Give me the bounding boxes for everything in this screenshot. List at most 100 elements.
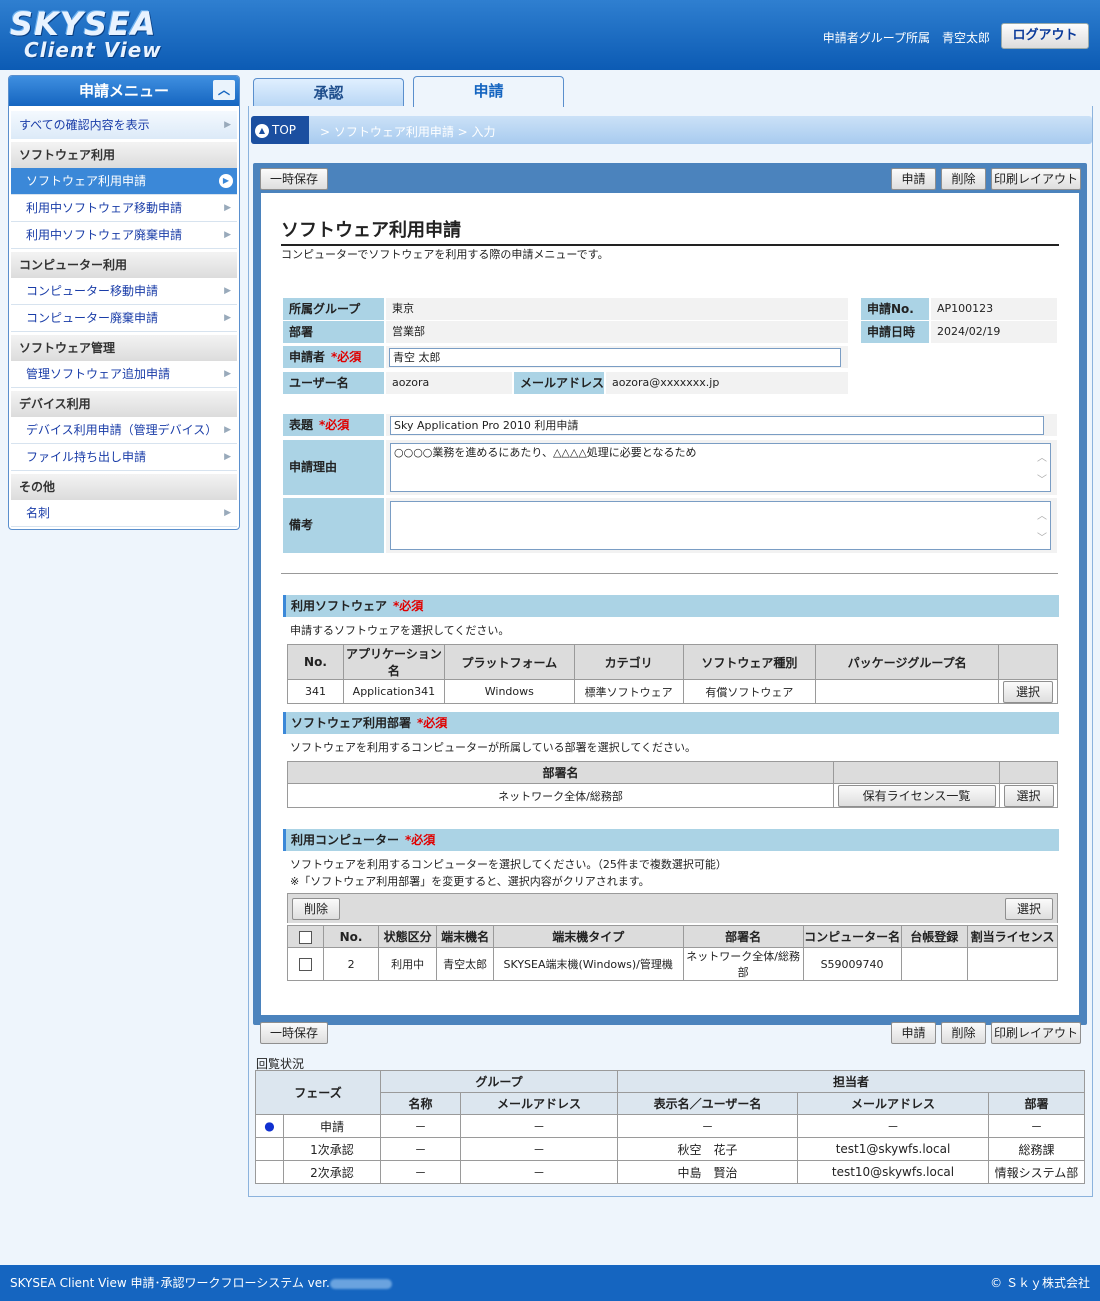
- subject-label: 表題 *必須: [283, 414, 384, 436]
- save-draft-button-bottom[interactable]: 一時保存: [260, 1022, 328, 1044]
- sidebar-item-software-move[interactable]: 利用中ソフトウェア移動申請 ▶: [11, 195, 237, 222]
- page-description: コンピューターでソフトウェアを利用する際の申請メニューです。: [281, 248, 609, 261]
- footer: SKYSEA Client View 申請･承認ワークフローシステム ver. …: [0, 1265, 1100, 1301]
- department-select-button[interactable]: 選択: [1003, 784, 1054, 807]
- software-select-button[interactable]: 選択: [1002, 680, 1053, 703]
- cell-person-mail: test1@skywfs.local: [797, 1137, 989, 1161]
- skysea-logo: SKYSEA Client View: [10, 5, 162, 62]
- computer-section-header: 利用コンピューター *必須: [283, 829, 1059, 851]
- remarks-textarea[interactable]: ︿ ﹀: [390, 501, 1051, 550]
- sidebar-item-business-card[interactable]: 名刺 ▶: [11, 500, 237, 527]
- logout-button[interactable]: ログアウト: [1001, 23, 1089, 49]
- sidebar-group-software: ソフトウェア利用: [11, 142, 237, 168]
- department-section-header: ソフトウェア利用部署 *必須: [283, 712, 1059, 734]
- cell-person-name: －: [617, 1114, 798, 1138]
- cell-terminal-type: SKYSEA端末機(Windows)/管理機: [492, 947, 684, 981]
- col-header: コンピューター名: [802, 925, 902, 948]
- sidebar-group-device: デバイス利用: [11, 391, 237, 417]
- breadcrumb-top-link[interactable]: ▲ TOP: [251, 116, 309, 144]
- col-header: 割当ライセンス: [967, 925, 1058, 948]
- cell-package-group: [815, 679, 999, 704]
- save-draft-button-top[interactable]: 一時保存: [260, 168, 328, 190]
- cell-person-name: 中島 賢治: [617, 1160, 798, 1184]
- cell-phase: 1次承認: [283, 1137, 381, 1161]
- footer-copyright: © Ｓｋｙ株式会社: [990, 1276, 1090, 1290]
- reason-textarea[interactable]: ○○○○業務を進めるにあたり、△△△△処理に必要となるため ︿ ﹀: [390, 443, 1051, 492]
- chevron-right-icon: ▶: [224, 452, 231, 462]
- col-header: グループ: [380, 1070, 618, 1093]
- sidebar-item-show-all[interactable]: すべての確認内容を表示 ▶: [11, 111, 237, 139]
- table-row: 341 Application341 Windows 標準ソフトウェア 有償ソフ…: [287, 679, 1059, 704]
- cell-license: [967, 947, 1058, 981]
- col-header: 部署: [988, 1092, 1085, 1115]
- reason-label: 申請理由: [283, 440, 384, 495]
- sidebar-item-software-discard[interactable]: 利用中ソフトウェア廃棄申請 ▶: [11, 222, 237, 249]
- page-title: ソフトウェア利用申請: [281, 216, 1059, 246]
- cell-person-mail: test10@skywfs.local: [797, 1160, 989, 1184]
- software-section-desc: 申請するソフトウェアを選択してください。: [290, 624, 510, 637]
- col-header: 表示名／ユーザー名: [617, 1092, 798, 1115]
- software-section-header: 利用ソフトウェア *必須: [283, 595, 1059, 617]
- col-header: 状態区分: [377, 925, 438, 948]
- phase-marker: [255, 1160, 284, 1184]
- select-all-checkbox[interactable]: [299, 930, 313, 944]
- computer-delete-button[interactable]: 削除: [292, 898, 340, 920]
- col-header: メールアドレス: [460, 1092, 618, 1115]
- apply-button-bottom[interactable]: 申請: [891, 1022, 936, 1044]
- sidebar-group-computer: コンピューター利用: [11, 252, 237, 278]
- subject-input[interactable]: Sky Application Pro 2010 利用申請: [390, 416, 1044, 435]
- table-row: 2次承認 － － 中島 賢治 test10@skywfs.local 情報システ…: [255, 1160, 1085, 1184]
- footer-version: SKYSEA Client View 申請･承認ワークフローシステム ver.: [10, 1265, 392, 1301]
- col-header: 端末機タイプ: [492, 925, 684, 948]
- cell-group-name: －: [380, 1160, 461, 1184]
- sidebar-item-software-add[interactable]: 管理ソフトウェア追加申請 ▶: [11, 361, 237, 388]
- sidebar-menu: 申請メニュー ︿ すべての確認内容を表示 ▶ ソフトウェア利用 ソフトウェア利用申…: [8, 75, 240, 530]
- tab-apply[interactable]: 申請: [413, 76, 564, 107]
- delete-button-bottom[interactable]: 削除: [941, 1022, 986, 1044]
- col-header: [833, 761, 1000, 784]
- row-checkbox[interactable]: [299, 957, 313, 971]
- cell-action: 保有ライセンス一覧: [833, 783, 1000, 808]
- col-header: フェーズ: [255, 1070, 381, 1115]
- cell-checkbox: [286, 947, 325, 981]
- cell-status: 利用中: [377, 947, 438, 981]
- sidebar-item-file-export[interactable]: ファイル持ち出し申請 ▶: [11, 444, 237, 471]
- route-table: フェーズ グループ 担当者 名称 メールアドレス 表示名／ユーザー名 メールアド…: [255, 1070, 1085, 1184]
- table-row: ● 申請 － － － － －: [255, 1114, 1085, 1138]
- cell-phase: 2次承認: [283, 1160, 381, 1184]
- cell-computer-name: S59009740: [802, 947, 902, 981]
- cell-group-mail: －: [460, 1137, 618, 1161]
- apply-button-top[interactable]: 申請: [891, 168, 936, 190]
- applicant-input[interactable]: 青空 太郎: [389, 348, 841, 367]
- username-value: aozora: [386, 372, 512, 394]
- textarea-scrollbar[interactable]: ︿ ﹀: [1037, 506, 1047, 550]
- department-section-desc: ソフトウェアを利用するコンピューターが所属している部署を選択してください。: [290, 741, 697, 754]
- textarea-scrollbar[interactable]: ︿ ﹀: [1037, 448, 1047, 492]
- cell-person-dept: 情報システム部: [988, 1160, 1085, 1184]
- computer-table: No. 状態区分 端末機名 端末機タイプ 部署名 コンピューター名 台帳登録 割…: [286, 925, 1058, 981]
- cell-group-name: －: [380, 1114, 461, 1138]
- chevron-right-icon: ▶: [224, 425, 231, 435]
- chevron-right-icon: ▶: [224, 203, 231, 213]
- sidebar-item-computer-discard[interactable]: コンピューター廃棄申請 ▶: [11, 305, 237, 332]
- license-list-button[interactable]: 保有ライセンス一覧: [837, 784, 996, 807]
- tab-approve[interactable]: 承認: [253, 78, 404, 106]
- cell-person-dept: －: [988, 1114, 1085, 1138]
- sidebar-item-software-use[interactable]: ソフトウェア利用申請 ▶: [11, 168, 237, 195]
- print-layout-button-bottom[interactable]: 印刷レイアウト: [991, 1022, 1081, 1044]
- cell-no: 2: [323, 947, 379, 981]
- chevron-up-icon[interactable]: ︿: [213, 80, 235, 100]
- col-header: 部署名: [682, 925, 804, 948]
- table-row[interactable]: 2 利用中 青空太郎 SKYSEA端末機(Windows)/管理機 ネットワーク…: [286, 947, 1058, 981]
- app-header: SKYSEA Client View 申請者グループ所属 青空太郎 ログアウト: [0, 0, 1100, 70]
- cell-platform: Windows: [443, 679, 575, 704]
- col-header-checkbox: [286, 925, 325, 948]
- print-layout-button-top[interactable]: 印刷レイアウト: [991, 168, 1081, 190]
- sidebar-item-computer-move[interactable]: コンピューター移動申請 ▶: [11, 278, 237, 305]
- computer-select-button[interactable]: 選択: [1005, 898, 1053, 920]
- cell-no: 341: [287, 679, 344, 704]
- sidebar-item-device-use[interactable]: デバイス利用申請（管理デバイス） ▶: [11, 417, 237, 444]
- appno-label: 申請No.: [861, 298, 929, 320]
- col-header: [997, 644, 1059, 680]
- delete-button-top[interactable]: 削除: [941, 168, 986, 190]
